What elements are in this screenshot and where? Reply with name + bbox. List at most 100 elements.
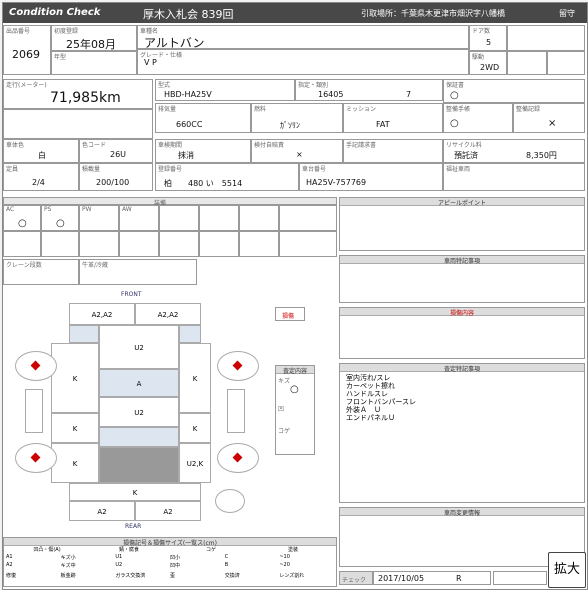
mark-cell: 損傷 <box>275 307 305 321</box>
ins-box: 査定内容 キズ ○ 凹 コゲ <box>275 365 315 455</box>
special-notes-box: 車両特記事項 <box>339 255 585 303</box>
equip-ps: PS ○ <box>41 205 79 231</box>
panel-cargo[interactable] <box>99 447 179 483</box>
equip-blank-6 <box>41 231 79 257</box>
panel-right-front-door[interactable]: K <box>179 343 211 413</box>
classification: 7 <box>406 90 412 99</box>
panel-right-rear-door[interactable]: K <box>179 413 211 443</box>
damage-notes-box: 損傷内容 <box>339 307 585 359</box>
check-date: 2017/10/05 <box>378 574 425 583</box>
equip-blank-2 <box>199 205 239 231</box>
color-code-cell: 色コード 26U <box>79 139 153 163</box>
check-cell: 2017/10/05 R <box>373 571 491 585</box>
equip-blank-8 <box>119 231 159 257</box>
color-code: 26U <box>110 150 127 159</box>
mission: FAT <box>376 120 390 129</box>
doors: 5 <box>486 38 492 47</box>
model-code-cell: 型式 HBD-HA25V <box>155 79 295 101</box>
designation: 16405 <box>318 90 344 99</box>
recycle-fee: 8,350円 <box>526 151 557 160</box>
doors-cell: ドア数 5 <box>469 25 507 51</box>
legend-box: 損傷記号＆損傷サイズ(一覧ス(cm) 凹凸・傷(A) 錆・腐食 コゲ 塗装 A1… <box>3 537 337 587</box>
panel-fr-fender[interactable] <box>179 325 201 343</box>
panel-roof[interactable]: U2 <box>99 397 179 427</box>
manual-doc-cell: 手記請求書 <box>343 139 443 163</box>
damage-dot-icon <box>232 360 243 371</box>
service-record: × <box>548 118 557 129</box>
model-code: HBD-HA25V <box>164 90 212 99</box>
panel-back-door[interactable]: K <box>69 483 201 501</box>
chassis-cell: 車台番号 HA25V-757769 <box>299 163 443 191</box>
check-label-cell: チェック <box>339 571 373 585</box>
fuel: ｶﾞｿﾘﾝ <box>280 121 300 130</box>
panel-fl-fender[interactable] <box>69 325 99 343</box>
panel-left-rear-door[interactable]: K <box>51 413 99 443</box>
chassis-number: HA25V-757769 <box>306 178 367 187</box>
grade: V P <box>144 58 157 67</box>
panel-hood[interactable]: U2 <box>99 325 179 369</box>
inspection-period-cell: 車検期間 抹消 <box>155 139 251 163</box>
service-manual: ○ <box>450 118 459 129</box>
blank-cell-3 <box>547 51 585 75</box>
reg-number-cell: 登録番号 柏 480 い 5514 <box>155 163 299 191</box>
first-registration: 25年08月 <box>66 38 116 51</box>
check-blank <box>493 571 547 585</box>
capacity-cell: 定員 2/4 <box>3 163 79 191</box>
panel-rear-bumper-left[interactable]: A2 <box>69 501 135 521</box>
wheel-rear-left[interactable] <box>15 443 57 473</box>
auto-inspection: × <box>296 150 303 159</box>
expand-button[interactable]: 拡大 <box>548 552 586 588</box>
crane-cell: クレーン段数 <box>3 259 79 285</box>
panel-left-front-door[interactable]: K <box>51 343 99 413</box>
front-label: FRONT <box>121 291 142 298</box>
equip-blank-3 <box>239 205 279 231</box>
sheet-title: Condition Check <box>9 7 101 18</box>
left-mirror[interactable] <box>25 389 43 433</box>
damage-dot-icon <box>30 452 41 463</box>
grade-cell: グレード・仕様 V P <box>137 49 469 75</box>
wheel-front-left[interactable] <box>15 351 57 381</box>
legend-row-3: 修復 板金跡 ガラス交換済 歪 交換済 レンズ割れ <box>6 573 305 579</box>
note-line: 室内汚れ/スレ <box>346 374 391 382</box>
panel-left-quarter[interactable]: K <box>51 443 99 483</box>
displacement-cell: 排気量 660CC <box>155 103 251 133</box>
displacement: 660CC <box>176 120 203 129</box>
panel-front-left[interactable]: A2,A2 <box>69 303 135 325</box>
note-line: ハンドルスレ <box>346 390 388 398</box>
auto-inspection-cell: 検付自賠責 × <box>251 139 343 163</box>
equip-blank-5 <box>3 231 41 257</box>
note-line: カーペット擦れ <box>346 382 395 390</box>
note-line: フロントバンパースレ <box>346 398 416 406</box>
fuel-cell: 燃料 ｶﾞｿﾘﾝ <box>251 103 343 133</box>
record-cell: 整備記録 × <box>513 103 585 133</box>
panel-front-right[interactable]: A2,A2 <box>135 303 201 325</box>
note-line: 外装Ａ Ｕ <box>346 406 381 414</box>
mileage-cell: 走行(メーター) 71,985km <box>3 79 153 109</box>
mission-cell: ミッション FAT <box>343 103 443 133</box>
inspection-notes-list: 室内汚れ/スレ カーペット擦れ ハンドルスレ フロントバンパースレ 外装Ａ Ｕ … <box>346 374 416 422</box>
panel-rear-bumper-right[interactable]: A2 <box>135 501 201 521</box>
drive-cell: 駆動 2WD <box>469 51 507 75</box>
legend-head: 凹凸・傷(A) 錆・腐食 コゲ 塗装 <box>33 547 298 553</box>
wheel-rear-right[interactable] <box>217 443 259 473</box>
color-cell: 車体色 白 <box>3 139 79 163</box>
panel-rear-glass[interactable] <box>99 427 179 447</box>
panel-right-quarter[interactable]: U2,K <box>179 443 211 483</box>
appeal-box: アピールポイント <box>339 197 585 251</box>
body-color: 白 <box>38 151 46 160</box>
panel-windshield[interactable]: A <box>99 369 179 397</box>
condition-sheet: Condition Check 厚木入札会 839回 引取場所：千葉県木更津市畑… <box>2 2 588 590</box>
equip-blank-10 <box>199 231 239 257</box>
blank-cell-2 <box>507 51 547 75</box>
damage-dot-icon <box>30 360 41 371</box>
auction-name: 厚木入札会 839回 <box>143 8 234 21</box>
header-bar: Condition Check 厚木入札会 839回 引取場所：千葉県木更津市畑… <box>3 3 587 23</box>
right-mirror[interactable] <box>227 389 245 433</box>
spare-wheel[interactable] <box>215 489 245 513</box>
capacity: 2/4 <box>32 178 45 187</box>
equip-blank-11 <box>239 231 279 257</box>
blank-cell-1 <box>507 25 585 51</box>
wheel-front-right[interactable] <box>217 351 259 381</box>
mileage: 71,985km <box>50 90 121 106</box>
seat-cell: 牛革/冷蔵 <box>79 259 197 285</box>
